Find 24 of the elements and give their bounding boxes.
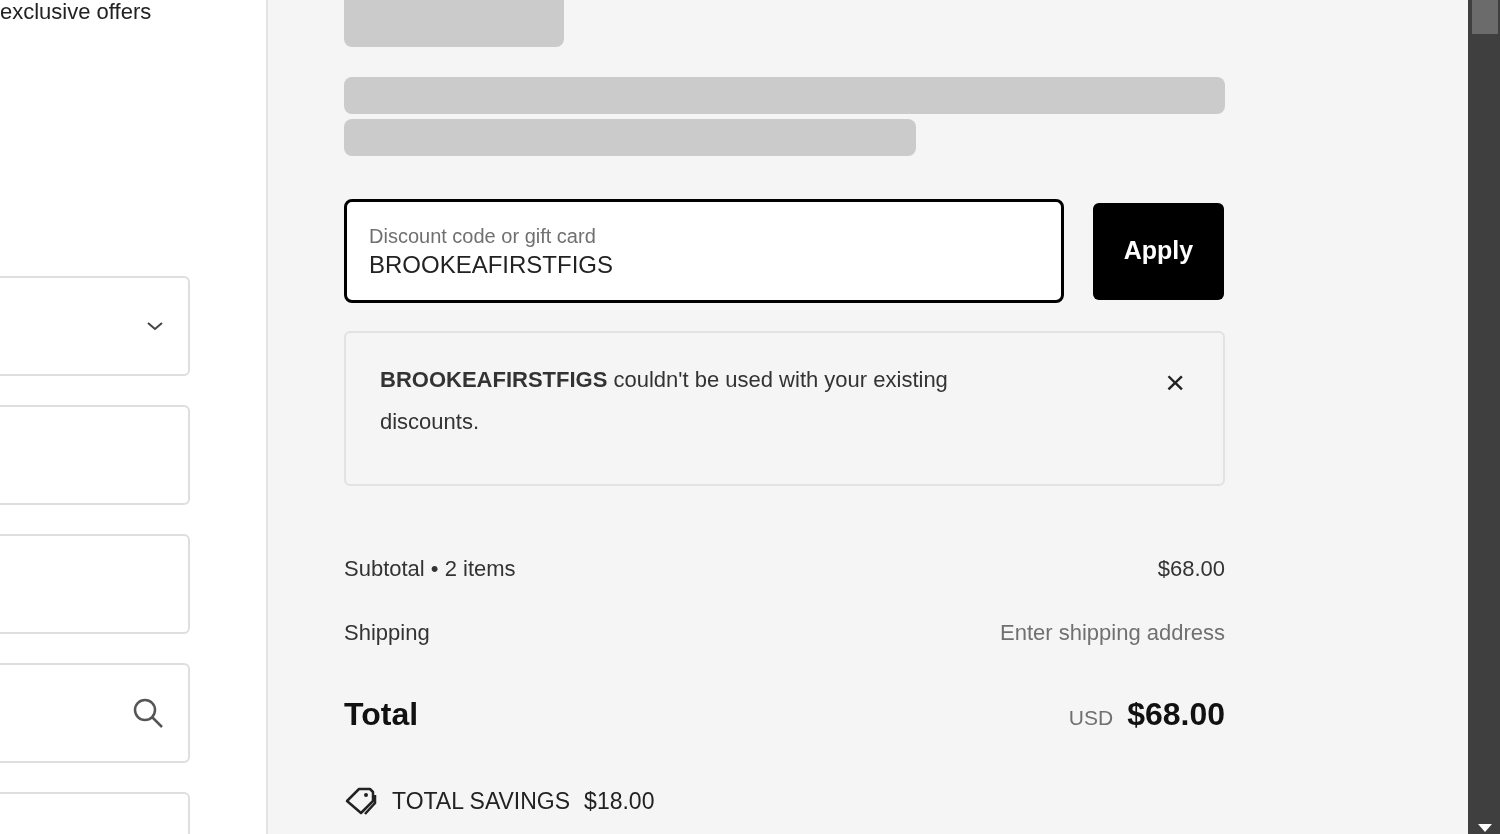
scrollbar-thumb[interactable] — [1472, 0, 1498, 34]
apply-button[interactable]: Apply — [1093, 202, 1224, 300]
summary-label: Subtotal • 2 items — [344, 554, 516, 583]
total-value: $68.00 — [1127, 695, 1225, 734]
select-field[interactable] — [0, 276, 190, 376]
scroll-down-icon[interactable] — [1478, 824, 1492, 832]
currency-code: USD — [1068, 705, 1114, 731]
scrollbar[interactable] — [1468, 0, 1500, 834]
input-field[interactable] — [0, 534, 190, 634]
savings-value: $18.00 — [584, 787, 655, 816]
summary-label: Shipping — [344, 618, 430, 647]
summary-value: $68.00 — [1157, 554, 1225, 583]
summary-value: Enter shipping address — [999, 618, 1225, 647]
tag-icon — [344, 786, 378, 817]
close-button[interactable]: × — [1165, 367, 1185, 397]
discount-code-field[interactable]: Discount code or gift card BROOKEAFIRSTFIGS — [344, 199, 1064, 303]
search-icon — [132, 697, 164, 729]
chevron-down-icon — [146, 321, 164, 331]
total-label: Total — [344, 695, 419, 734]
offer-text: exclusive offers — [0, 0, 153, 24]
input-field[interactable] — [0, 663, 190, 763]
error-message: BROOKEAFIRSTFIGS couldn't be used with your existing discounts. — [380, 366, 949, 436]
input-field[interactable] — [0, 405, 190, 505]
savings-label: TOTAL SAVINGS — [392, 787, 571, 816]
